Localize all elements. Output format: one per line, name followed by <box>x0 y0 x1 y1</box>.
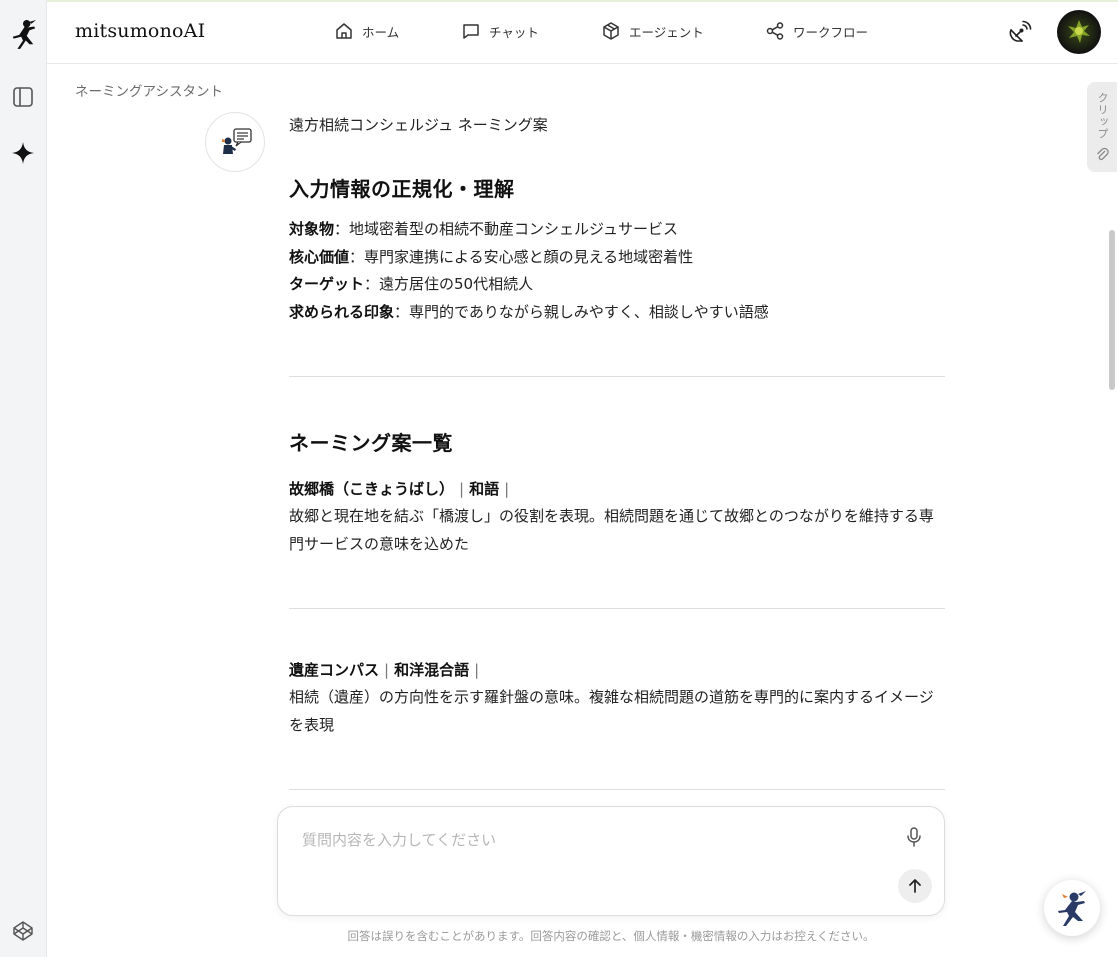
list-item: ターゲット：遠方居住の50代相続人 <box>289 271 945 299</box>
disclaimer-text: 回答は誤りを含むことがあります。回答内容の確認と、個人情報・機密情報の入力はお控… <box>347 929 875 943</box>
page-title: ネーミングアシスタント <box>75 84 223 100</box>
brand-logo[interactable]: mitsumonoAI <box>75 20 205 42</box>
mic-icon[interactable] <box>902 825 926 849</box>
list-item: 核心価値：専門家連携による安心感と顔の見える地域密着性 <box>289 244 945 272</box>
divider <box>289 608 945 609</box>
candidate-type: 和洋混合語 <box>394 661 470 679</box>
candidate-type: 和語 <box>469 480 500 498</box>
name-candidate: 遺産コンパス | 和洋混合語 | 相続（遺産）の方向性を示す羅針盤の意味。複雑な相続問… <box>289 659 945 739</box>
candidate-name: 故郷橋（こきょうばし） <box>289 480 455 498</box>
message-title: 遠方相続コンシェルジュ ネーミング案 <box>289 116 548 134</box>
nav-chat[interactable]: チャット <box>461 21 539 41</box>
candidate-description: 故郷と現在地を結ぶ「橋渡し」の役割を表現。相続問題を通じて故郷とのつながりを維持… <box>289 507 934 553</box>
candidate-description: 相続（遺産）の方向性を示す羅針盤の意味。複雑な相続問題の道筋を専門的に案内するイ… <box>289 688 934 734</box>
candidate-name: 遺産コンパス <box>289 661 380 679</box>
left-rail <box>0 0 47 957</box>
nav-home-label: ホーム <box>362 24 400 40</box>
list-item: 求められる印象：専門的でありながら親しみやすく、相談しやすい語感 <box>289 299 945 327</box>
chat-icon <box>463 24 479 39</box>
send-button[interactable] <box>898 869 932 903</box>
name-candidate: 故郷橋（こきょうばし） | 和語 | 故郷と現在地を結ぶ「橋渡し」の役割を表現。相続問… <box>289 478 945 558</box>
satellite-icon[interactable] <box>1006 20 1032 46</box>
user-avatar[interactable] <box>1057 10 1101 54</box>
item-key: 求められる印象 <box>289 302 395 321</box>
cube-icon <box>603 22 619 40</box>
home-icon <box>336 23 352 39</box>
sidebar-toggle-icon[interactable] <box>9 83 37 111</box>
item-value: ：専門的でありながら親しみやすく、相談しやすい語感 <box>394 302 769 321</box>
assistant-fab-button[interactable] <box>1044 880 1100 936</box>
item-value: ：遠方居住の50代相続人 <box>364 275 534 293</box>
ninja-mascot-icon <box>1058 891 1086 926</box>
nav-workflow[interactable]: ワークフロー <box>765 21 868 41</box>
item-value: ：専門家連携による安心感と顔の見える地域密着性 <box>349 247 694 266</box>
item-key: 核心価値 <box>289 247 350 266</box>
name-candidate-title: 故郷橋（こきょうばし） | 和語 | <box>289 480 510 498</box>
clip-tab[interactable]: クリップ <box>1087 82 1117 172</box>
sparkle-icon[interactable] <box>9 139 37 167</box>
assistant-avatar <box>205 112 265 172</box>
paperclip-icon <box>1097 147 1109 161</box>
share-icon <box>766 22 784 40</box>
section-heading-normalize: 入力情報の正規化・理解 <box>289 177 515 201</box>
scrollbar-thumb[interactable] <box>1109 230 1115 390</box>
item-key: 対象物 <box>289 220 335 238</box>
nav-agent[interactable]: エージェント <box>601 21 704 41</box>
section-heading-names: ネーミング案一覧 <box>289 431 453 455</box>
top-header: mitsumonoAI ホーム チャット エージェント ワークフロー <box>47 2 1118 64</box>
arrow-up-icon <box>909 879 921 893</box>
nav-workflow-label: ワークフロー <box>793 24 869 40</box>
chat-composer[interactable]: 質問内容を入力してください <box>277 806 945 916</box>
item-key: ターゲット <box>289 275 365 293</box>
nav-agent-label: エージェント <box>629 24 704 40</box>
nav-chat-label: チャット <box>489 24 539 40</box>
list-item: 対象物：地域密着型の相続不動産コンシェルジュサービス <box>289 216 945 244</box>
item-value: ：地域密着型の相続不動産コンシェルジュサービス <box>334 220 678 238</box>
nav-home[interactable]: ホーム <box>334 21 399 41</box>
assistant-message: 遠方相続コンシェルジュ ネーミング案 入力情報の正規化・理解 対象物：地域密着型… <box>289 112 945 792</box>
message-input-placeholder[interactable]: 質問内容を入力してください <box>302 829 496 850</box>
divider <box>289 376 945 377</box>
name-candidate-title: 遺産コンパス | 和洋混合語 | <box>289 661 480 679</box>
codepen-icon[interactable] <box>9 917 37 945</box>
clip-label: クリップ <box>1096 92 1109 140</box>
input-summary-list: 対象物：地域密着型の相続不動産コンシェルジュサービス 核心価値：専門家連携による… <box>289 216 945 326</box>
ninja-logo-icon[interactable] <box>9 20 37 49</box>
